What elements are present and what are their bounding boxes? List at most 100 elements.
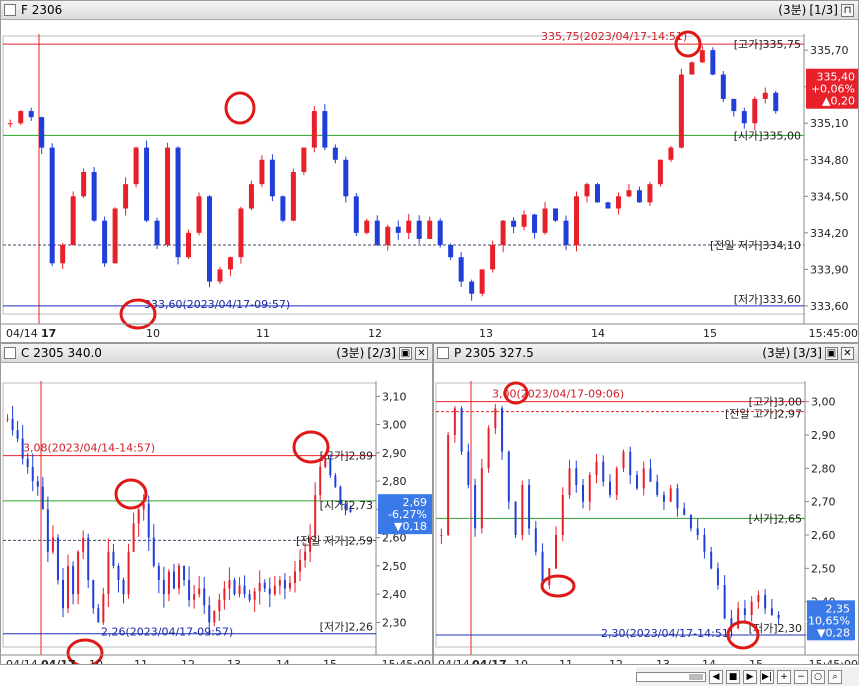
- candle-body: [602, 461, 605, 482]
- x-axis-label: 10: [514, 658, 528, 665]
- candle-body: [91, 171, 97, 221]
- candle-body: [448, 245, 454, 258]
- candle-body: [662, 495, 665, 502]
- candle-body: [269, 159, 275, 197]
- candle-body: [460, 408, 463, 452]
- candle-body: [253, 591, 256, 600]
- candle-body: [764, 595, 767, 609]
- pane-select-checkbox[interactable]: [4, 4, 16, 16]
- pane-titlebar[interactable]: F 2306 (3분) [1/3] ⊓: [1, 1, 858, 20]
- candle-body: [635, 475, 638, 489]
- candle-body: [447, 435, 450, 535]
- candle-body: [568, 468, 571, 495]
- slider-thumb[interactable]: [689, 673, 703, 680]
- pane-split-icon[interactable]: ⊓: [841, 3, 854, 17]
- candle-body: [594, 184, 600, 203]
- stop-icon[interactable]: ■: [726, 669, 740, 684]
- candle-body: [615, 196, 621, 209]
- scroll-slider[interactable]: [636, 671, 706, 682]
- candle-body: [157, 565, 160, 580]
- pane-title: P 2305 327.5: [454, 346, 534, 360]
- pane-close-icon[interactable]: ✕: [841, 346, 854, 360]
- candle-body: [752, 98, 758, 124]
- pane-settings-icon[interactable]: ▣: [825, 346, 838, 360]
- scroll-end-icon[interactable]: ▶|: [760, 669, 774, 684]
- candle-body: [555, 535, 558, 569]
- candle-body: [280, 196, 286, 221]
- x-axis-label: 12: [609, 658, 623, 665]
- y-axis-label: 334,80: [810, 154, 849, 167]
- candle-body: [87, 537, 90, 580]
- plot-area: [2, 382, 377, 648]
- candle-body: [440, 535, 443, 536]
- candlestick-chart-f[interactable]: 335,70335,40335,10334,80334,50334,20333,…: [1, 20, 859, 343]
- candle-body: [258, 582, 261, 592]
- candle-body: [122, 580, 125, 595]
- candle-body: [213, 611, 216, 623]
- candle-body: [311, 111, 317, 148]
- pane-index: [2/3]: [367, 346, 396, 360]
- candle-body: [218, 599, 221, 612]
- candle-body: [288, 582, 291, 589]
- chart-pane-f[interactable]: F 2306 (3분) [1/3] ⊓ 335,70335,40335,1033…: [0, 0, 859, 343]
- chart-scroll-toolbar[interactable]: ◀ ■ ▶ ▶| + − ○ ⌕: [636, 667, 859, 686]
- candle-body: [227, 257, 233, 270]
- pane-select-checkbox[interactable]: [4, 347, 16, 359]
- scroll-left-icon[interactable]: ◀: [709, 669, 723, 684]
- candle-body: [41, 486, 44, 510]
- candle-body: [26, 458, 29, 467]
- x-axis-label: 15:45:00: [809, 658, 858, 665]
- candle-body: [67, 565, 70, 609]
- candle-body: [299, 560, 302, 572]
- pane-titlebar[interactable]: C 2305 340.0 (3분) [2/3] ▣ ✕: [1, 344, 432, 363]
- zoom-reset-icon[interactable]: ○: [811, 669, 825, 684]
- candle-body: [107, 551, 110, 595]
- candle-body: [273, 585, 276, 595]
- x-axis-label: 11: [256, 327, 270, 340]
- price-badge-line: ▼0,28: [817, 626, 850, 639]
- candle-body: [474, 485, 477, 529]
- x-axis-label: 15: [703, 327, 717, 340]
- candle-body: [353, 196, 359, 233]
- x-axis-label: 11: [134, 658, 148, 665]
- candle-body: [762, 92, 768, 99]
- pane-titlebar[interactable]: P 2305 327.5 (3분) [3/3] ▣ ✕: [434, 344, 858, 363]
- pane-select-checkbox[interactable]: [437, 347, 449, 359]
- y-axis-label: 2,80: [811, 462, 836, 475]
- search-icon[interactable]: ⌕: [828, 669, 842, 684]
- zoom-out-icon[interactable]: −: [794, 669, 808, 684]
- candlestick-chart-c[interactable]: 3,103,002,902,802,702,602,502,402,30[고가]…: [1, 363, 433, 665]
- candle-body: [334, 475, 337, 487]
- candle-body: [49, 147, 55, 264]
- candle-body: [649, 468, 652, 482]
- chart-pane-p[interactable]: P 2305 327.5 (3분) [3/3] ▣ ✕ 3,00 2,90 2,80…: [433, 343, 859, 665]
- candle-body: [117, 565, 120, 580]
- candle-body: [31, 466, 34, 482]
- x-axis-label: 15: [323, 658, 337, 665]
- candle-body: [521, 485, 524, 535]
- y-axis-label: 335,70: [810, 44, 849, 57]
- candle-body: [487, 428, 490, 469]
- candle-body: [757, 595, 760, 602]
- low-annotation: 333,60(2023/04/17-09:57): [144, 298, 290, 311]
- pane-settings-icon[interactable]: ▣: [399, 346, 412, 360]
- chart-pane-c[interactable]: C 2305 340.0 (3분) [2/3] ▣ ✕ 3,10 3,00 2,90…: [0, 343, 433, 665]
- candlestick-chart-p[interactable]: 3,002,902,802,702,602,502,402,30[고가]3,00…: [434, 363, 859, 665]
- scroll-right-icon[interactable]: ▶: [743, 669, 757, 684]
- zoom-in-icon[interactable]: +: [777, 669, 791, 684]
- candle-body: [178, 565, 180, 589]
- candle-body: [70, 196, 76, 246]
- candle-body: [132, 523, 135, 552]
- candle-body: [186, 232, 192, 258]
- pane-close-icon[interactable]: ✕: [415, 346, 428, 360]
- candle-body: [710, 50, 716, 75]
- y-axis-label: 334,50: [810, 190, 849, 203]
- candle-body: [56, 537, 59, 580]
- candle-body: [588, 475, 591, 502]
- candle-body: [406, 220, 412, 233]
- tag-low: [저가]2,26: [320, 621, 373, 634]
- candle-body: [322, 111, 328, 148]
- candle-body: [622, 451, 625, 469]
- candle-body: [228, 580, 231, 589]
- candle-body: [561, 495, 564, 535]
